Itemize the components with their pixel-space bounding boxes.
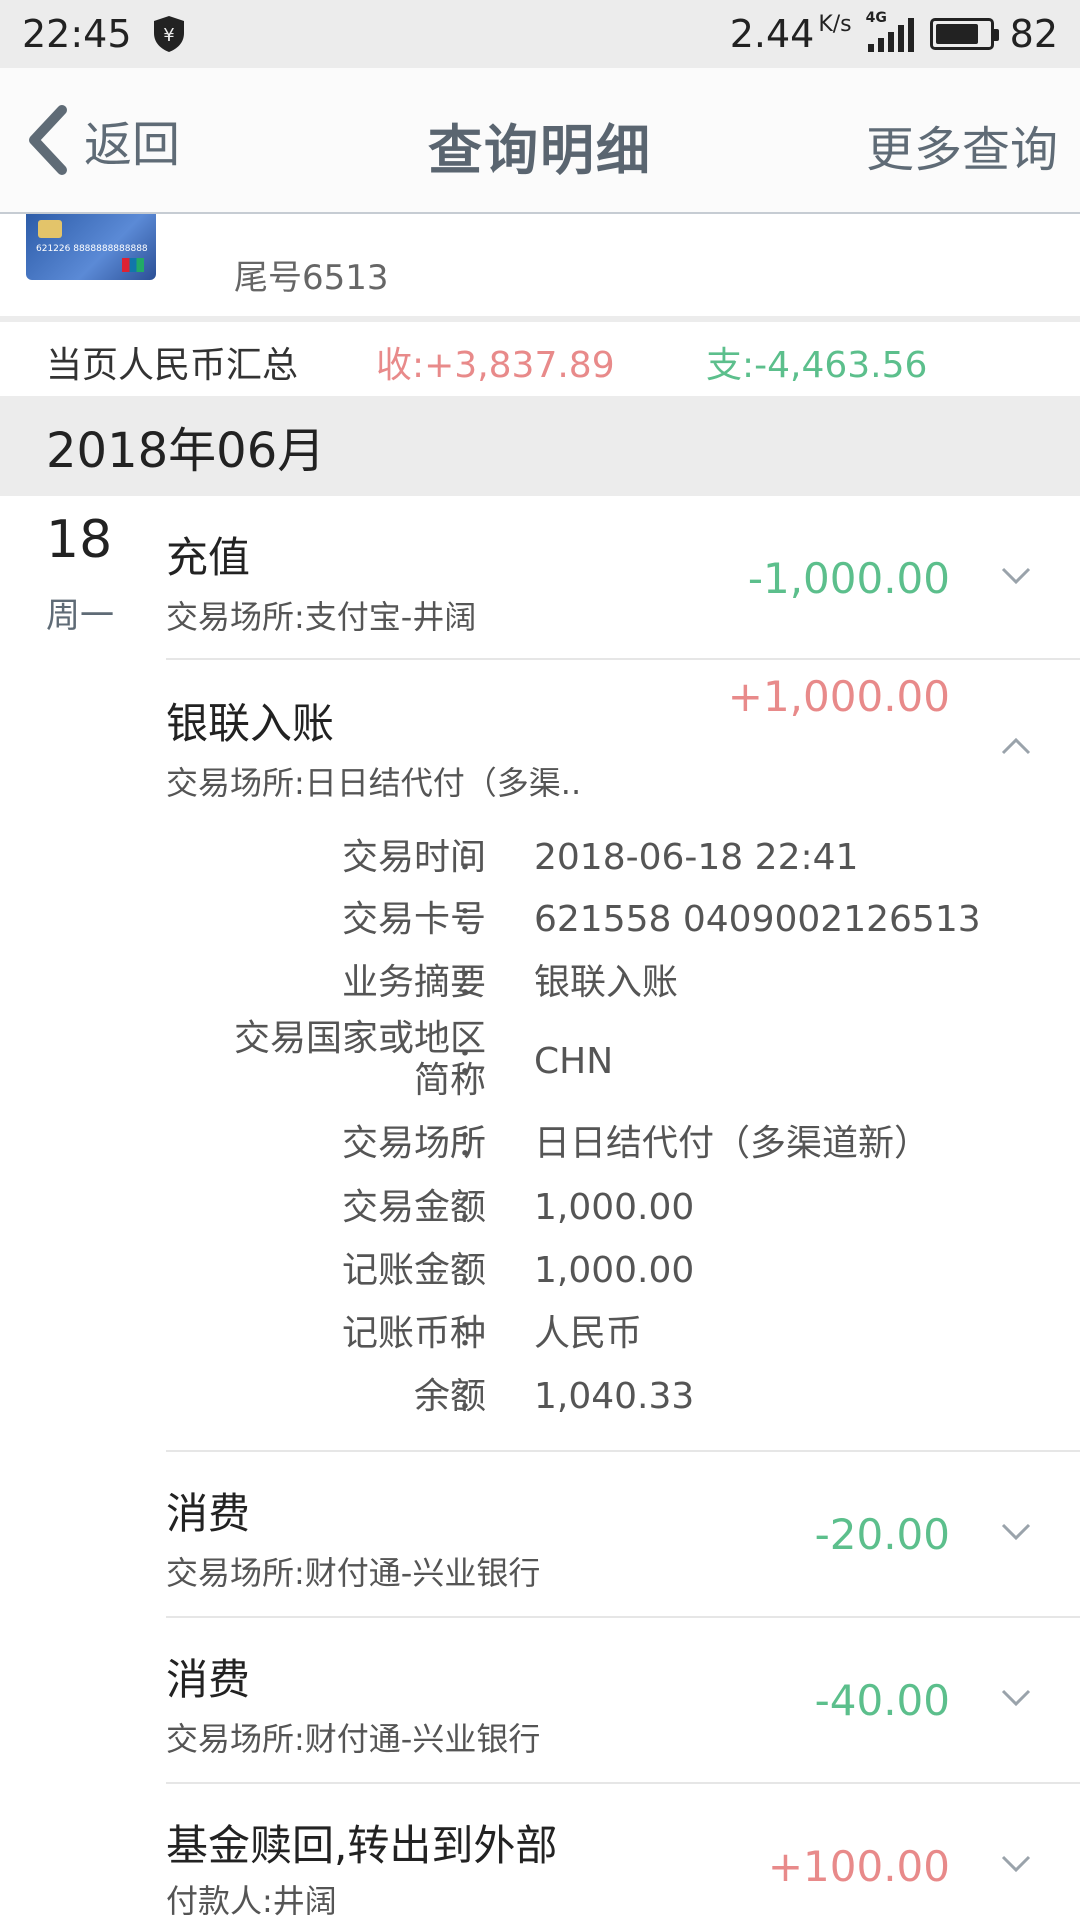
net-speed: 2.44 K/s bbox=[729, 12, 852, 56]
detail-value: 621558 0409002126513 bbox=[534, 899, 981, 940]
detail-value: 1,000.00 bbox=[534, 1187, 695, 1228]
detail-value: 1,040.33 bbox=[534, 1376, 695, 1417]
transaction-subtitle: 交易场所:财付通-兴业银行 bbox=[166, 1554, 541, 1592]
transaction-row[interactable]: 消费 交易场所:财付通-兴业银行 -40.00 bbox=[166, 1618, 1080, 1784]
battery-level: 82 bbox=[1009, 12, 1058, 56]
transaction-row[interactable]: 基金赎回,转出到外部 付款人:井阔 +100.00 bbox=[166, 1784, 1080, 1920]
svg-text:¥: ¥ bbox=[163, 25, 174, 46]
detail-row: 记账金额 ： 1,000.00 bbox=[166, 1249, 1080, 1311]
detail-row: 余额 ： 1,040.33 bbox=[166, 1375, 1080, 1437]
card-tail-number: 尾号6513 bbox=[234, 258, 389, 298]
detail-row: 交易时间 ： 2018-06-18 22:41 bbox=[166, 836, 1080, 898]
transaction-amount: +100.00 bbox=[767, 1842, 950, 1891]
detail-row: 业务摘要 ： 银联入账 bbox=[166, 961, 1080, 1023]
transaction-amount: -20.00 bbox=[814, 1510, 950, 1559]
transaction-subtitle: 交易场所:支付宝-井阔 bbox=[166, 598, 477, 636]
detail-colon: ： bbox=[456, 1187, 493, 1228]
transaction-title: 消费 bbox=[166, 1489, 251, 1538]
day-number: 18 bbox=[46, 510, 113, 570]
shield-yen-icon: ¥ bbox=[153, 16, 184, 52]
transaction-amount: +1,000.00 bbox=[727, 672, 950, 721]
detail-colon: ： bbox=[456, 962, 493, 1003]
detail-colon: ： bbox=[456, 1250, 493, 1291]
transaction-subtitle: 付款人:井阔 bbox=[166, 1882, 337, 1920]
battery-icon bbox=[929, 18, 999, 50]
transaction-amount: -1,000.00 bbox=[747, 554, 950, 603]
transaction-row[interactable]: 充值 交易场所:支付宝-井阔 -1,000.00 bbox=[166, 496, 1080, 660]
detail-value: CHN bbox=[534, 1041, 614, 1082]
summary-bar: 当页人民币汇总 收:+3,837.89 支:-4,463.56 bbox=[0, 328, 1080, 396]
summary-income: 收:+3,837.89 bbox=[376, 345, 615, 386]
chevron-up-icon[interactable] bbox=[1000, 736, 1032, 756]
transaction-title: 基金赎回,转出到外部 bbox=[166, 1821, 558, 1870]
summary-expense: 支:-4,463.56 bbox=[706, 345, 928, 386]
card-section: 621226 8888888888888 尾号6513 bbox=[0, 214, 1080, 322]
chevron-down-icon[interactable] bbox=[1000, 1854, 1032, 1874]
detail-value: 2018-06-18 22:41 bbox=[534, 837, 859, 878]
chevron-down-icon[interactable] bbox=[1000, 1688, 1032, 1708]
transaction-title: 消费 bbox=[166, 1655, 251, 1704]
chevron-down-icon[interactable] bbox=[1000, 566, 1032, 586]
nav-bar: 返回 查询明细 更多查询 bbox=[0, 68, 1080, 214]
bank-card-image: 621226 8888888888888 bbox=[26, 214, 156, 280]
month-header: 2018年06月 bbox=[0, 396, 1080, 496]
card-chip-icon bbox=[38, 220, 62, 238]
transaction-row[interactable]: 消费 交易场所:财付通-兴业银行 -20.00 bbox=[166, 1452, 1080, 1618]
detail-value: 1,000.00 bbox=[534, 1250, 695, 1291]
detail-colon: ： bbox=[456, 1041, 493, 1082]
transaction-title: 银联入账 bbox=[166, 699, 335, 748]
transaction-subtitle: 交易场所:财付通-兴业银行 bbox=[166, 1720, 541, 1758]
detail-colon: ： bbox=[456, 1376, 493, 1417]
chevron-down-icon[interactable] bbox=[1000, 1522, 1032, 1542]
detail-colon: ： bbox=[456, 1123, 493, 1164]
detail-row: 交易国家或地区 简称 ： CHN bbox=[166, 1018, 1080, 1114]
detail-colon: ： bbox=[456, 899, 493, 940]
detail-value: 人民币 bbox=[534, 1313, 643, 1354]
signal-icon: 4G bbox=[866, 10, 914, 52]
detail-value: 银联入账 bbox=[534, 962, 679, 1003]
network-type: 4G bbox=[865, 10, 887, 26]
detail-row: 交易金额 ： 1,000.00 bbox=[166, 1186, 1080, 1248]
more-query-button[interactable]: 更多查询 bbox=[866, 110, 1058, 180]
transaction-subtitle: 交易场所:日日结代付（多渠.. bbox=[166, 764, 582, 802]
detail-colon: ： bbox=[456, 1313, 493, 1354]
status-bar: 22:45 ¥ 2.44 K/s 4G 82 bbox=[0, 0, 1080, 68]
detail-label: 交易国家或地区 bbox=[233, 1018, 486, 1059]
transaction-title: 充值 bbox=[166, 533, 251, 582]
day-weekday: 周一 bbox=[46, 596, 114, 636]
detail-value: 日日结代付（多渠道新） bbox=[534, 1123, 931, 1164]
card-number-print: 621226 8888888888888 bbox=[36, 244, 148, 254]
transaction-amount: -40.00 bbox=[814, 1676, 950, 1725]
status-time: 22:45 bbox=[22, 12, 132, 56]
detail-row: 记账币种 ： 人民币 bbox=[166, 1312, 1080, 1374]
summary-label: 当页人民币汇总 bbox=[46, 345, 299, 386]
detail-colon: ： bbox=[456, 837, 493, 878]
unionpay-logo-icon bbox=[122, 258, 144, 272]
detail-row: 交易场所 ： 日日结代付（多渠道新） bbox=[166, 1122, 1080, 1184]
detail-row: 交易卡号 ： 621558 0409002126513 bbox=[166, 898, 1080, 960]
